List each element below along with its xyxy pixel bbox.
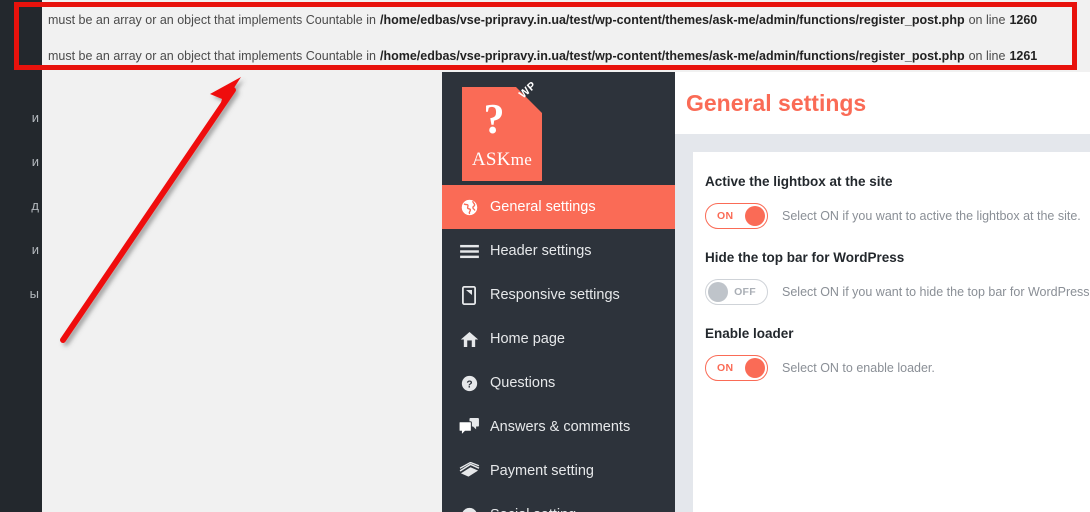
sidebar-item-label: Payment setting (490, 463, 594, 479)
wp-admin-menu-item[interactable]: д (0, 184, 42, 228)
toggle-hide-topbar[interactable]: OFF (705, 279, 768, 305)
notice-message-head: must be an array or an object that imple… (48, 49, 376, 63)
money-icon (456, 460, 482, 482)
toggle-state-label: ON (717, 210, 734, 222)
social-icon (456, 504, 482, 512)
notice-line-number: 1261 (1009, 49, 1038, 63)
php-warning-notice: must be an array or an object that imple… (42, 38, 1090, 74)
page-title: General settings (686, 89, 867, 116)
toggle-knob (745, 206, 765, 226)
setting-label: Enable loader (705, 326, 794, 341)
logo-ask-text: ASK (471, 149, 511, 170)
logo-wordmark: ASKme (462, 149, 542, 171)
php-notice-stack: must be an array or an object that imple… (42, 0, 1090, 72)
setting-label: Active the lightbox at the site (705, 174, 893, 189)
setting-block-enable-loader: Enable loader ON Select ON to enable loa… (705, 326, 1090, 381)
askme-logo: ? ASKme WP (462, 79, 542, 181)
sidebar-item-answers-comments[interactable]: Answers & comments (442, 405, 675, 449)
notice-line-number: 1260 (1009, 13, 1038, 27)
notice-file-path: /home/edbas/vse-pripravy.in.ua/test/wp-c… (379, 49, 965, 63)
wp-admin-sidebar: и и д и ы (0, 0, 42, 512)
setting-row: ON Select ON to enable loader. (705, 355, 1090, 381)
setting-description: Select ON if you want to hide the top ba… (782, 285, 1090, 299)
toggle-state-label: OFF (734, 286, 756, 298)
toggle-lightbox[interactable]: ON (705, 203, 768, 229)
home-icon (456, 328, 482, 350)
wp-admin-menu-item[interactable]: и (0, 228, 42, 272)
setting-block-hide-topbar: Hide the top bar for WordPress OFF Selec… (705, 250, 1090, 305)
sidebar-item-label: General settings (490, 199, 596, 215)
mobile-icon (456, 284, 482, 306)
php-warning-notice: must be an array or an object that imple… (42, 2, 1090, 38)
screenshot-root: и и д и ы must be an array or an object … (0, 0, 1090, 512)
askme-plugin-panel: ? ASKme WP General settings Header setti… (442, 72, 1090, 512)
sidebar-item-label: Questions (490, 375, 556, 391)
notice-line-prefix: on line (968, 13, 1006, 27)
sidebar-item-label: Home page (490, 331, 565, 347)
sidebar-item-label: Answers & comments (490, 419, 631, 435)
sidebar-item-responsive-settings[interactable]: Responsive settings (442, 273, 675, 317)
setting-row: OFF Select ON if you want to hide the to… (705, 279, 1090, 305)
sidebar-item-general-settings[interactable]: General settings (442, 185, 675, 229)
wp-admin-menu-item[interactable]: и (0, 96, 42, 140)
setting-description: Select ON if you want to active the ligh… (782, 209, 1081, 223)
question-circle-icon: ? (456, 372, 482, 394)
notice-file-path: /home/edbas/vse-pripravy.in.ua/test/wp-c… (379, 13, 965, 27)
sidebar-item-payment-setting[interactable]: Payment setting (442, 449, 675, 493)
toggle-state-label: ON (717, 362, 734, 374)
wp-admin-menu-item[interactable]: ы (0, 272, 42, 316)
wp-admin-menu-list: и и д и ы (0, 96, 42, 316)
globe-icon (456, 196, 482, 218)
sidebar-item-label: Header settings (490, 243, 592, 259)
menu-lines-icon (456, 240, 482, 262)
logo-question-mark: ? (483, 97, 505, 143)
toggle-enable-loader[interactable]: ON (705, 355, 768, 381)
sidebar-item-label: Social setting (490, 507, 576, 512)
sidebar-item-header-settings[interactable]: Header settings (442, 229, 675, 273)
toggle-knob (745, 358, 765, 378)
notice-message-head: must be an array or an object that imple… (48, 13, 376, 27)
sidebar-item-home-page[interactable]: Home page (442, 317, 675, 361)
content-header: General settings (675, 72, 1090, 134)
setting-block-lightbox: Active the lightbox at the site ON Selec… (705, 174, 1090, 229)
sidebar-item-social-setting[interactable]: Social setting (442, 493, 675, 512)
setting-label: Hide the top bar for WordPress (705, 250, 905, 265)
setting-row: ON Select ON if you want to active the l… (705, 203, 1090, 229)
toggle-knob (708, 282, 728, 302)
logo-me-text: me (510, 150, 533, 169)
askme-nav: General settings Header settings Respons… (442, 185, 675, 512)
settings-card: Active the lightbox at the site ON Selec… (693, 152, 1090, 512)
setting-description: Select ON to enable loader. (782, 361, 935, 375)
sidebar-item-questions[interactable]: ? Questions (442, 361, 675, 405)
sidebar-item-label: Responsive settings (490, 287, 620, 303)
askme-sidebar: ? ASKme WP General settings Header setti… (442, 72, 675, 512)
wp-admin-menu-item[interactable]: и (0, 140, 42, 184)
svg-text:?: ? (466, 379, 472, 390)
notice-line-prefix: on line (968, 49, 1006, 63)
comments-icon (456, 416, 482, 438)
askme-content: General settings Active the lightbox at … (675, 72, 1090, 512)
